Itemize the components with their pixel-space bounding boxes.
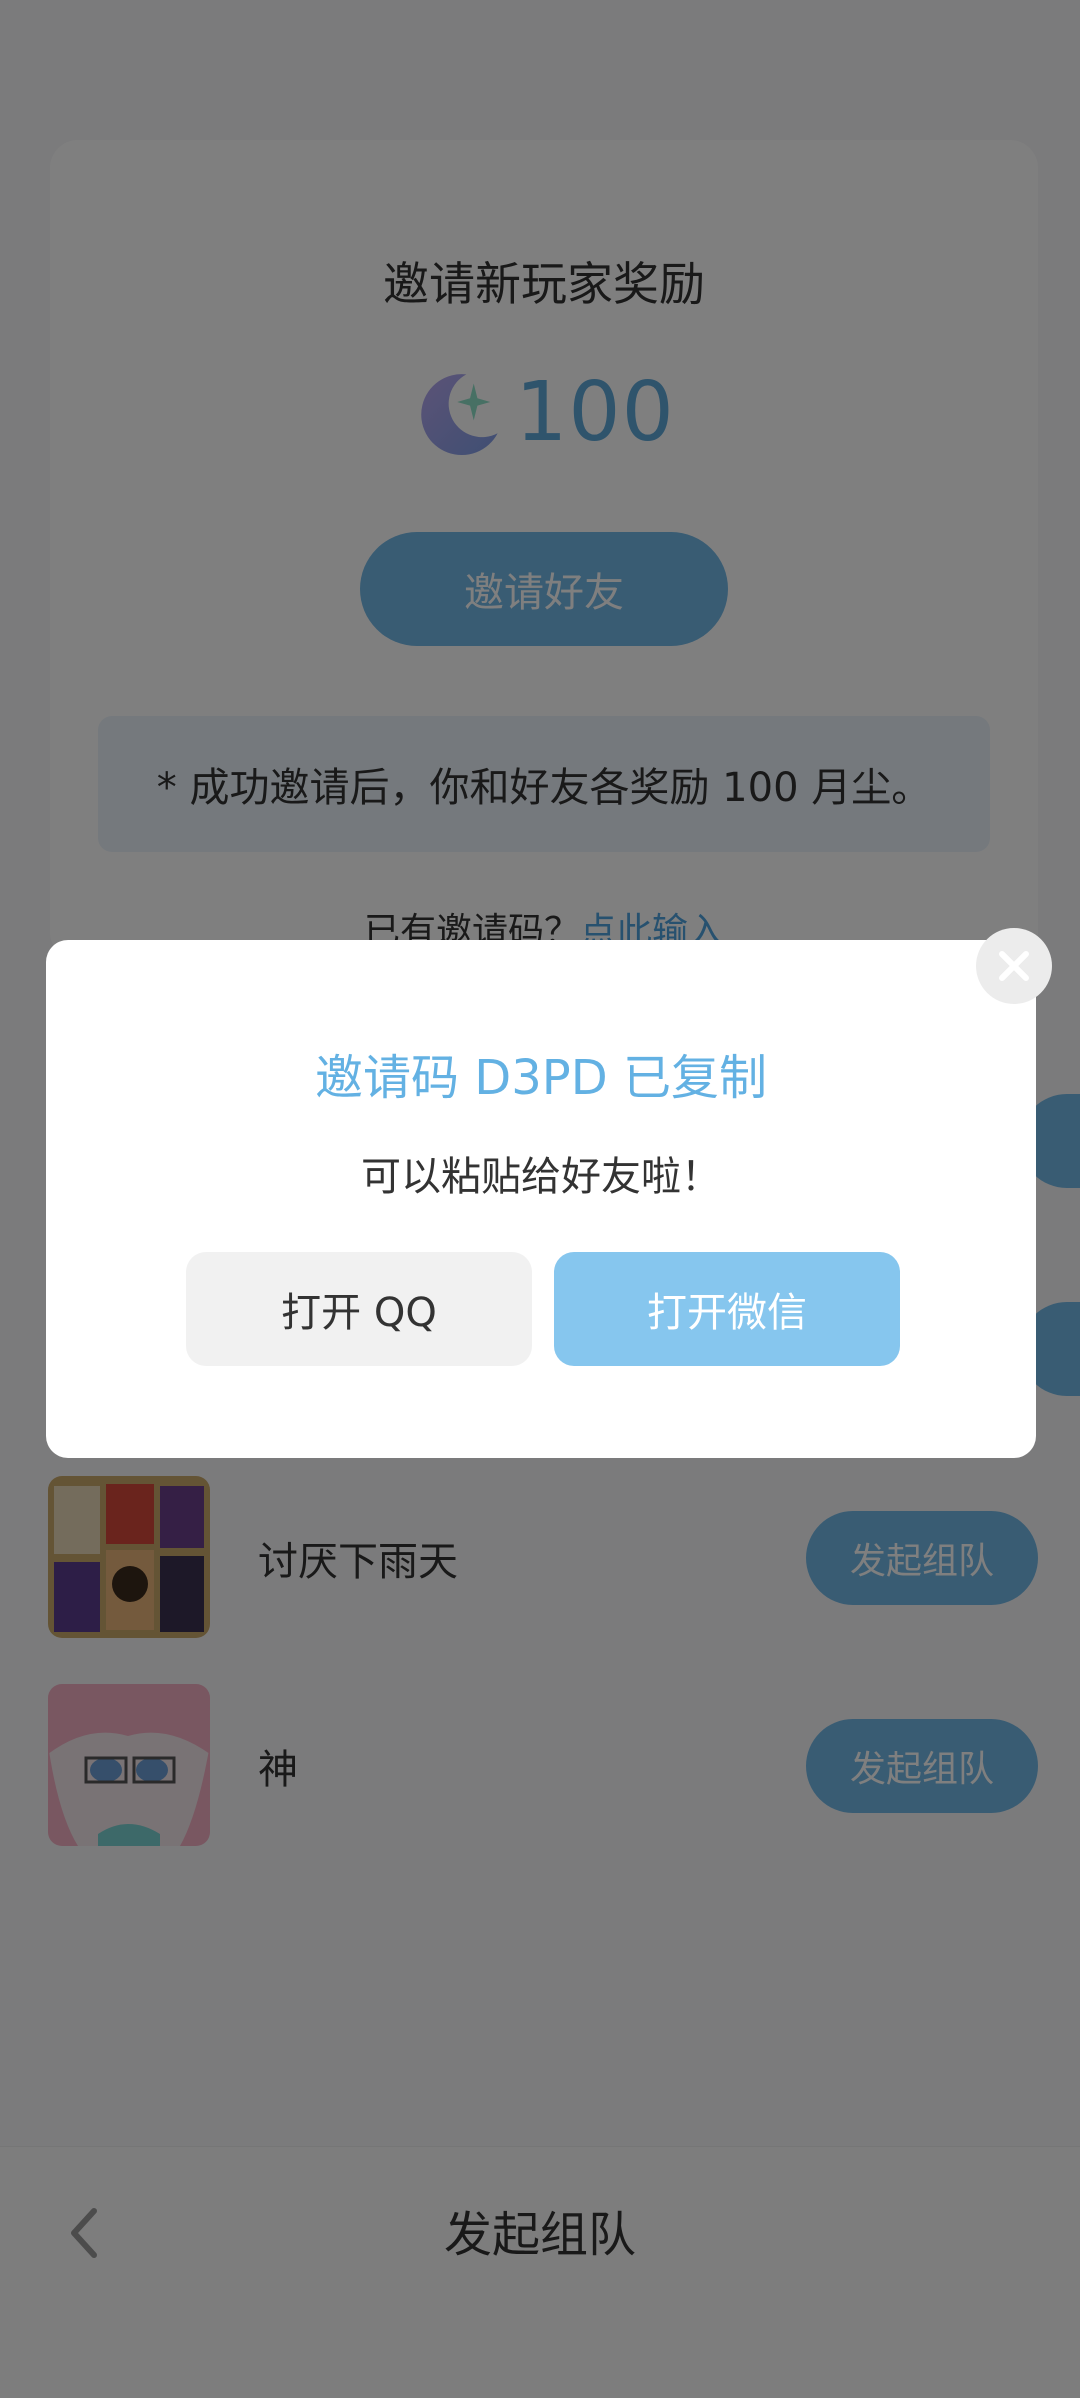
modal-title: 邀请码 D3PD 已复制 [315,1050,767,1106]
modal-subtitle: 可以粘贴给好友啦！ [361,1154,721,1200]
copied-code-modal: 邀请码 D3PD 已复制 可以粘贴给好友啦！ 打开 QQ 打开微信 [46,940,1036,1458]
close-button[interactable] [976,928,1052,1004]
open-qq-button[interactable]: 打开 QQ [186,1252,532,1366]
open-wechat-button[interactable]: 打开微信 [554,1252,900,1366]
close-icon [999,951,1029,981]
